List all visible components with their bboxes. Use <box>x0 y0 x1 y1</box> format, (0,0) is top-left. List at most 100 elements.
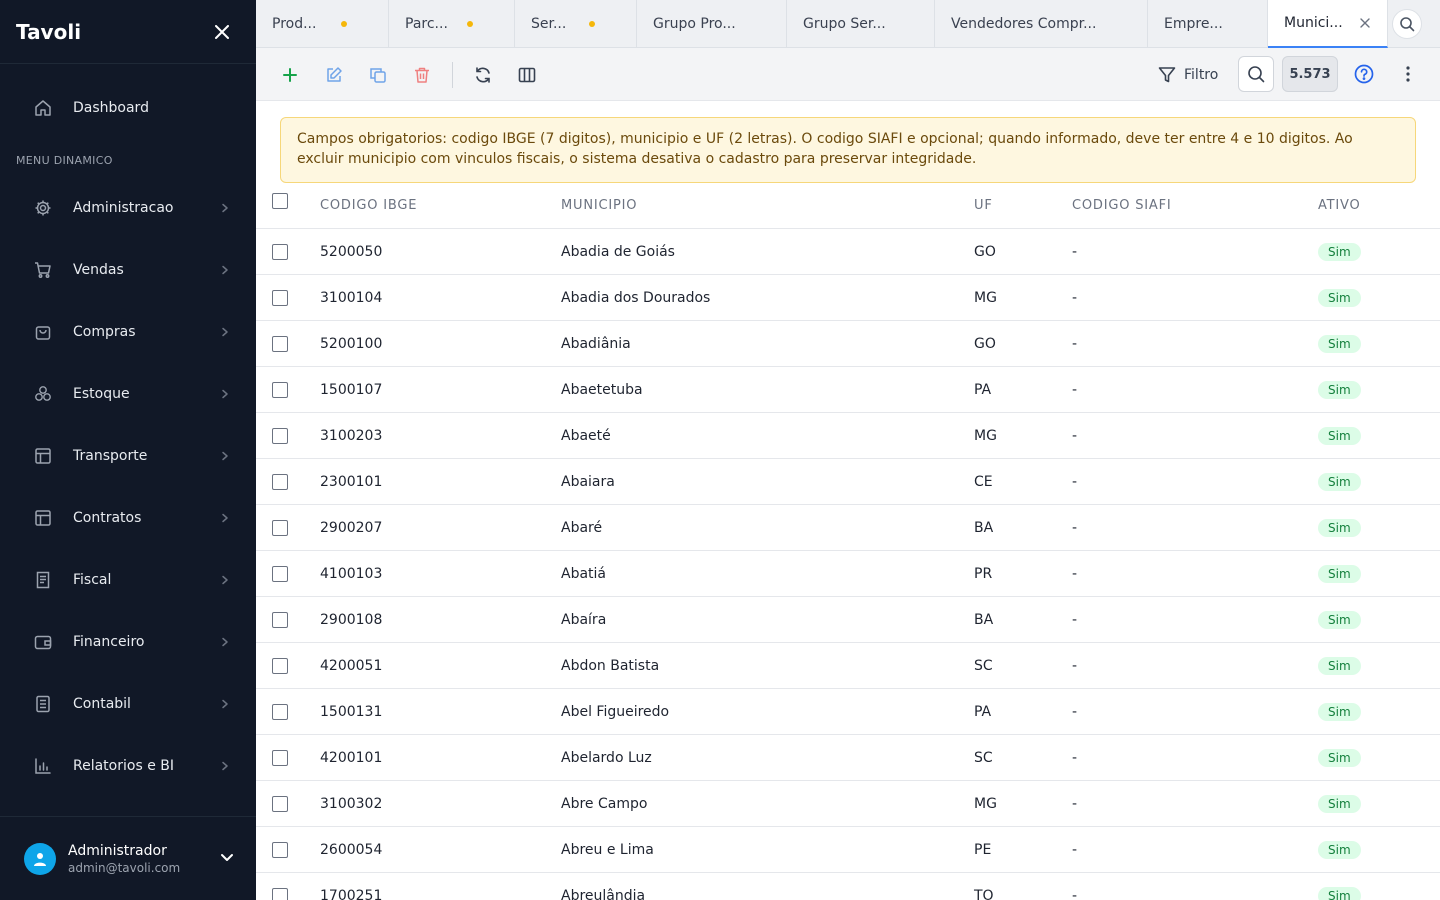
refresh-button[interactable] <box>469 61 497 89</box>
table-row[interactable]: 1700251 Abreulândia TO - Sim <box>256 873 1440 900</box>
table-row[interactable]: 3100104 Abadia dos Dourados MG - Sim <box>256 275 1440 321</box>
sidebar-item-fiscal[interactable]: Fiscal <box>0 549 256 611</box>
row-checkbox[interactable] <box>272 473 288 490</box>
row-checkbox[interactable] <box>272 611 288 628</box>
chevron-down-icon[interactable] <box>220 849 234 868</box>
row-checkbox[interactable] <box>272 657 288 674</box>
cell-municipio: Abelardo Luz <box>561 749 652 766</box>
dynamic-menu: Administracao Vendas Compras Estoque Transpo… <box>0 177 256 797</box>
duplicate-button[interactable] <box>364 61 392 89</box>
row-checkbox[interactable] <box>272 427 288 444</box>
more-vertical-icon <box>1406 66 1410 82</box>
table-row[interactable]: 1500131 Abel Figueiredo PA - Sim <box>256 689 1440 735</box>
sidebar-item-label: Contabil <box>73 696 131 712</box>
tab-prod[interactable]: Prod... <box>256 0 389 48</box>
row-checkbox[interactable] <box>272 795 288 812</box>
table-row[interactable]: 3100203 Abaeté MG - Sim <box>256 413 1440 459</box>
column-header-ativo[interactable]: ATIVO <box>1318 198 1440 213</box>
copy-icon <box>369 66 387 84</box>
cell-uf: MG <box>974 795 997 812</box>
help-icon <box>1354 64 1374 84</box>
search-icon <box>1247 65 1265 83</box>
column-header-uf[interactable]: UF <box>974 198 1072 213</box>
sidebar-item-label: Contratos <box>73 510 142 526</box>
select-all-checkbox[interactable] <box>272 192 288 209</box>
status-badge: Sim <box>1318 288 1361 307</box>
tab-parc[interactable]: Parc... <box>389 0 515 48</box>
column-header-municipio[interactable]: MUNICIPIO <box>561 198 974 213</box>
close-tab-icon[interactable] <box>1359 17 1371 29</box>
table-row[interactable]: 1500107 Abaetetuba PA - Sim <box>256 367 1440 413</box>
tab-bar: Prod... Parc... Ser... Grupo Pro... Grupo Se… <box>256 0 1440 48</box>
table-body: 5200050 Abadia de Goiás GO - Sim 3100104 Abadi… <box>256 229 1440 900</box>
row-checkbox[interactable] <box>272 243 288 260</box>
cell-ativo: Sim <box>1318 794 1440 813</box>
row-checkbox[interactable] <box>272 565 288 582</box>
cell-ativo: Sim <box>1318 564 1440 583</box>
cell-siafi: - <box>1072 795 1078 812</box>
tab-grupo-ser[interactable]: Grupo Ser... <box>787 0 935 48</box>
tab-ser[interactable]: Ser... <box>515 0 637 48</box>
tab-empre[interactable]: Empre... <box>1148 0 1268 48</box>
sidebar-item-contratos[interactable]: Contratos <box>0 487 256 549</box>
table-row[interactable]: 4200101 Abelardo Luz SC - Sim <box>256 735 1440 781</box>
tab-grupo-pro[interactable]: Grupo Pro... <box>637 0 787 48</box>
help-button[interactable] <box>1352 62 1376 86</box>
table-row[interactable]: 2600054 Abreu e Lima PE - Sim <box>256 827 1440 873</box>
column-header-siafi[interactable]: CODIGO SIAFI <box>1072 198 1318 213</box>
row-checkbox[interactable] <box>272 289 288 306</box>
more-options-button[interactable] <box>1396 62 1420 86</box>
sidebar-item-dashboard[interactable]: Dashboard <box>0 86 256 130</box>
row-checkbox[interactable] <box>272 841 288 858</box>
table-row[interactable]: 5200050 Abadia de Goiás GO - Sim <box>256 229 1440 275</box>
sidebar-item-administracao[interactable]: Administracao <box>0 177 256 239</box>
status-badge: Sim <box>1318 702 1361 721</box>
add-button[interactable] <box>276 61 304 89</box>
row-checkbox[interactable] <box>272 381 288 398</box>
sidebar-item-vendas[interactable]: Vendas <box>0 239 256 301</box>
table-row[interactable]: 2900108 Abaíra BA - Sim <box>256 597 1440 643</box>
delete-button[interactable] <box>408 61 436 89</box>
row-checkbox[interactable] <box>272 749 288 766</box>
search-button[interactable] <box>1238 56 1274 92</box>
cell-siafi: - <box>1072 335 1078 352</box>
cell-uf: TO <box>974 887 994 900</box>
cell-ibge: 2900207 <box>320 519 383 536</box>
tab-search-button[interactable] <box>1392 9 1422 39</box>
cell-siafi: - <box>1072 427 1078 444</box>
row-checkbox[interactable] <box>272 887 288 900</box>
table-row[interactable]: 2300101 Abaiara CE - Sim <box>256 459 1440 505</box>
edit-button[interactable] <box>320 61 348 89</box>
sidebar-item-compras[interactable]: Compras <box>0 301 256 363</box>
cell-ibge: 2300101 <box>320 473 383 490</box>
cell-ativo: Sim <box>1318 748 1440 767</box>
table-row[interactable]: 5200100 Abadiânia GO - Sim <box>256 321 1440 367</box>
table-row[interactable]: 2900207 Abaré BA - Sim <box>256 505 1440 551</box>
table-row[interactable]: 4100103 Abatiá PR - Sim <box>256 551 1440 597</box>
row-checkbox-cell <box>256 703 320 720</box>
sidebar-item-contabil[interactable]: Contabil <box>0 673 256 735</box>
sidebar-item-label: Estoque <box>73 386 130 402</box>
sidebar: Tavoli Dashboard MENU DINAMICO Administr… <box>0 0 256 900</box>
row-checkbox[interactable] <box>272 703 288 720</box>
filter-button[interactable]: Filtro <box>1158 62 1218 88</box>
unsaved-dot-icon <box>467 21 473 27</box>
table-row[interactable]: 4200051 Abdon Batista SC - Sim <box>256 643 1440 689</box>
row-checkbox[interactable] <box>272 519 288 536</box>
sidebar-item-financeiro[interactable]: Financeiro <box>0 611 256 673</box>
sidebar-item-estoque[interactable]: Estoque <box>0 363 256 425</box>
columns-button[interactable] <box>513 61 541 89</box>
tab-munici[interactable]: Munici... <box>1268 0 1388 48</box>
cell-municipio: Abaíra <box>561 611 607 628</box>
sidebar-item-transporte[interactable]: Transporte <box>0 425 256 487</box>
row-checkbox[interactable] <box>272 335 288 352</box>
chevron-right-icon <box>218 759 232 773</box>
chevron-right-icon <box>218 697 232 711</box>
row-checkbox-cell <box>256 335 320 352</box>
sidebar-item-relatorios-e-bi[interactable]: Relatorios e BI <box>0 735 256 797</box>
close-sidebar-icon[interactable] <box>212 22 232 42</box>
tab-vendedores-compr[interactable]: Vendedores Compr... <box>935 0 1148 48</box>
user-profile[interactable]: Administrador admin@tavoli.com <box>0 816 256 900</box>
column-header-ibge[interactable]: CODIGO IBGE <box>320 198 561 213</box>
table-row[interactable]: 3100302 Abre Campo MG - Sim <box>256 781 1440 827</box>
